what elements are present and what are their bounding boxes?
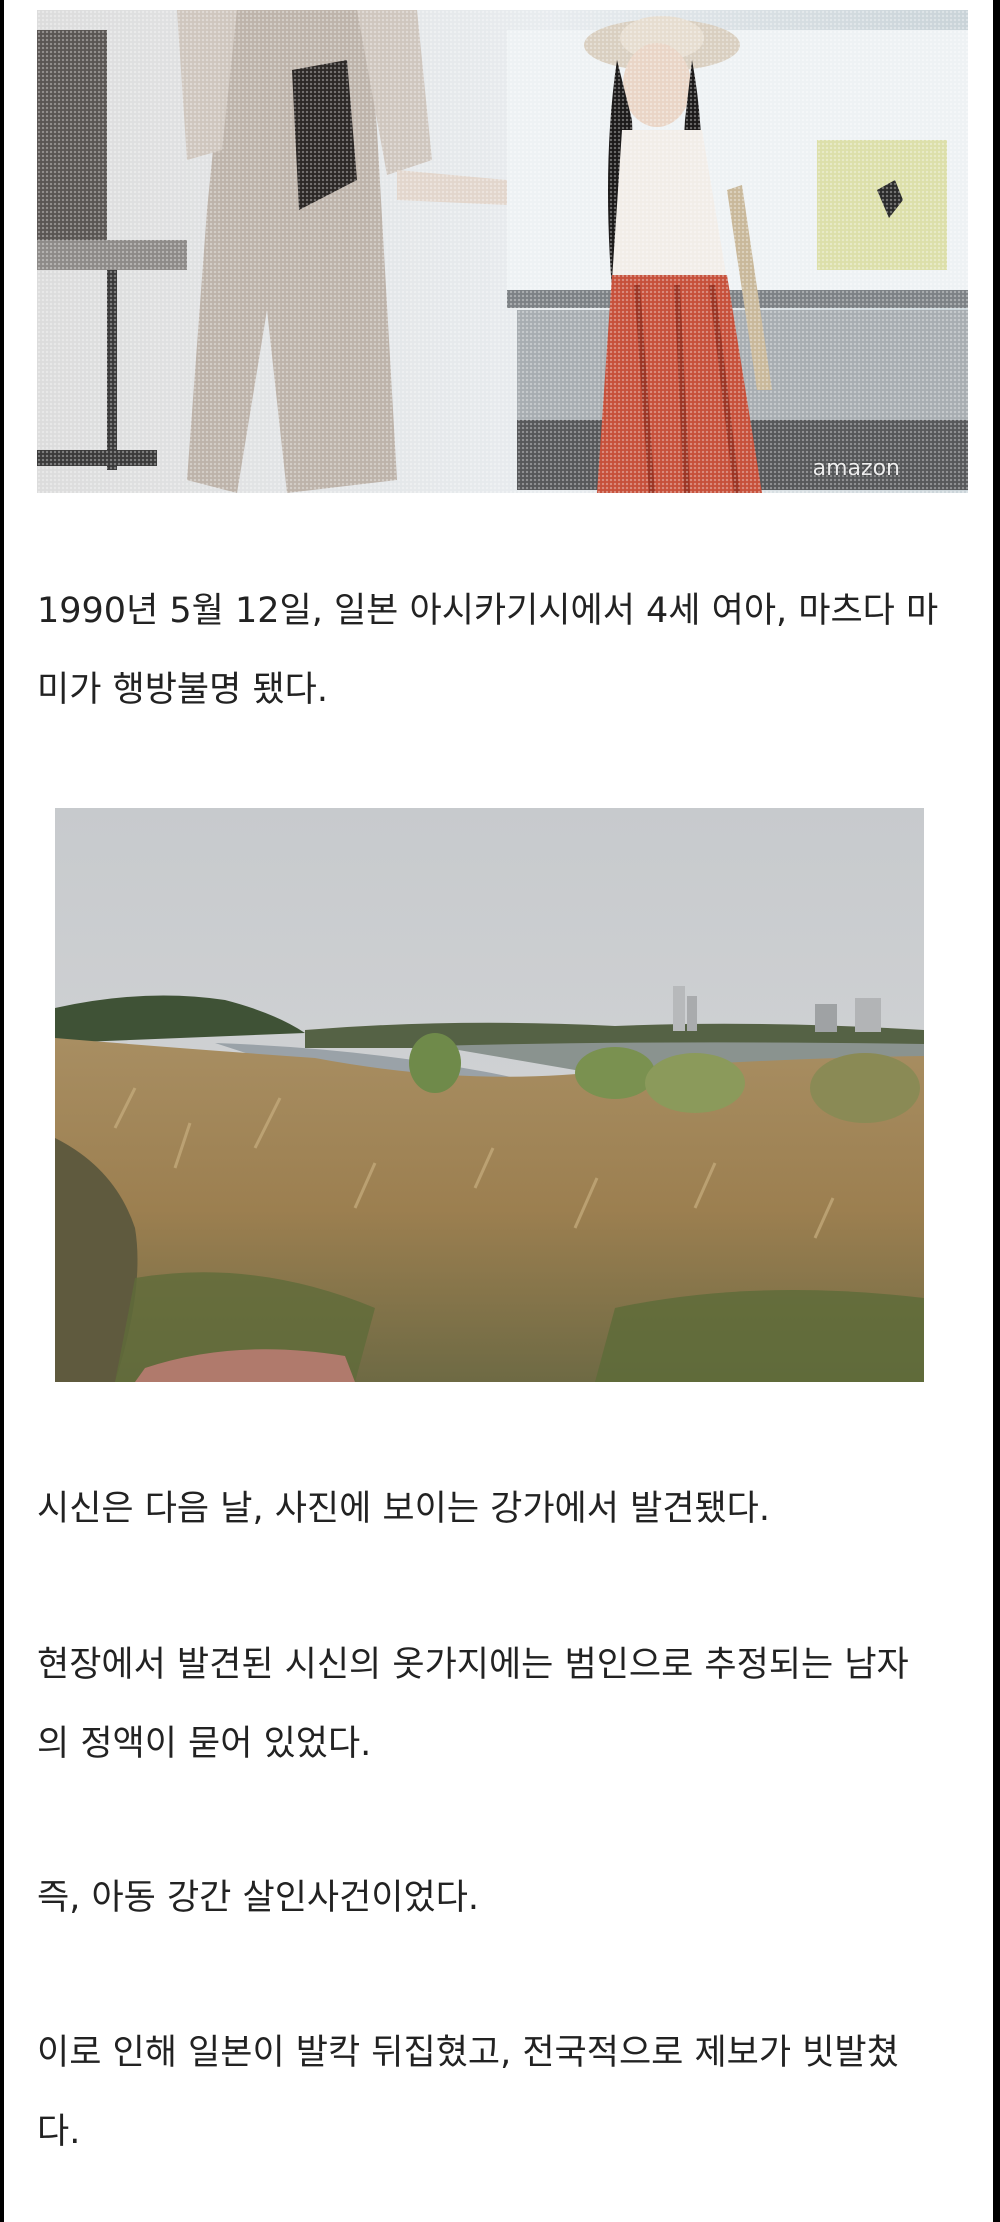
paragraph-case-type: 즉, 아동 강간 살인사건이었다.	[37, 1878, 480, 1918]
photo-girl-illustration	[37, 10, 968, 493]
screenshot-frame: amazon 1990년 5월 12일, 일본 아시카기시에서 4세 여아, 마…	[0, 0, 1000, 2222]
amazon-watermark: amazon	[812, 456, 900, 481]
article-body: amazon 1990년 5월 12일, 일본 아시카기시에서 4세 여아, 마…	[4, 0, 993, 2222]
paragraph-body-found: 시신은 다음 날, 사진에 보이는 강가에서 발견됐다.	[37, 1489, 771, 1529]
paragraph-evidence: 현장에서 발견된 시신의 옷가지에는 범인으로 추정되는 남자 의 정액이 묻어…	[37, 1645, 909, 1764]
paragraph-public-reaction: 이로 인해 일본이 발칵 뒤집혔고, 전국적으로 제보가 빗발쳤 다.	[37, 2033, 899, 2152]
photo-riverbank	[55, 808, 924, 1382]
riverbank-illustration	[55, 808, 924, 1382]
paragraph-disappearance: 1990년 5월 12일, 일본 아시카기시에서 4세 여아, 마츠다 마 미가…	[37, 591, 939, 710]
photo-girl-with-adult: amazon	[37, 10, 968, 493]
